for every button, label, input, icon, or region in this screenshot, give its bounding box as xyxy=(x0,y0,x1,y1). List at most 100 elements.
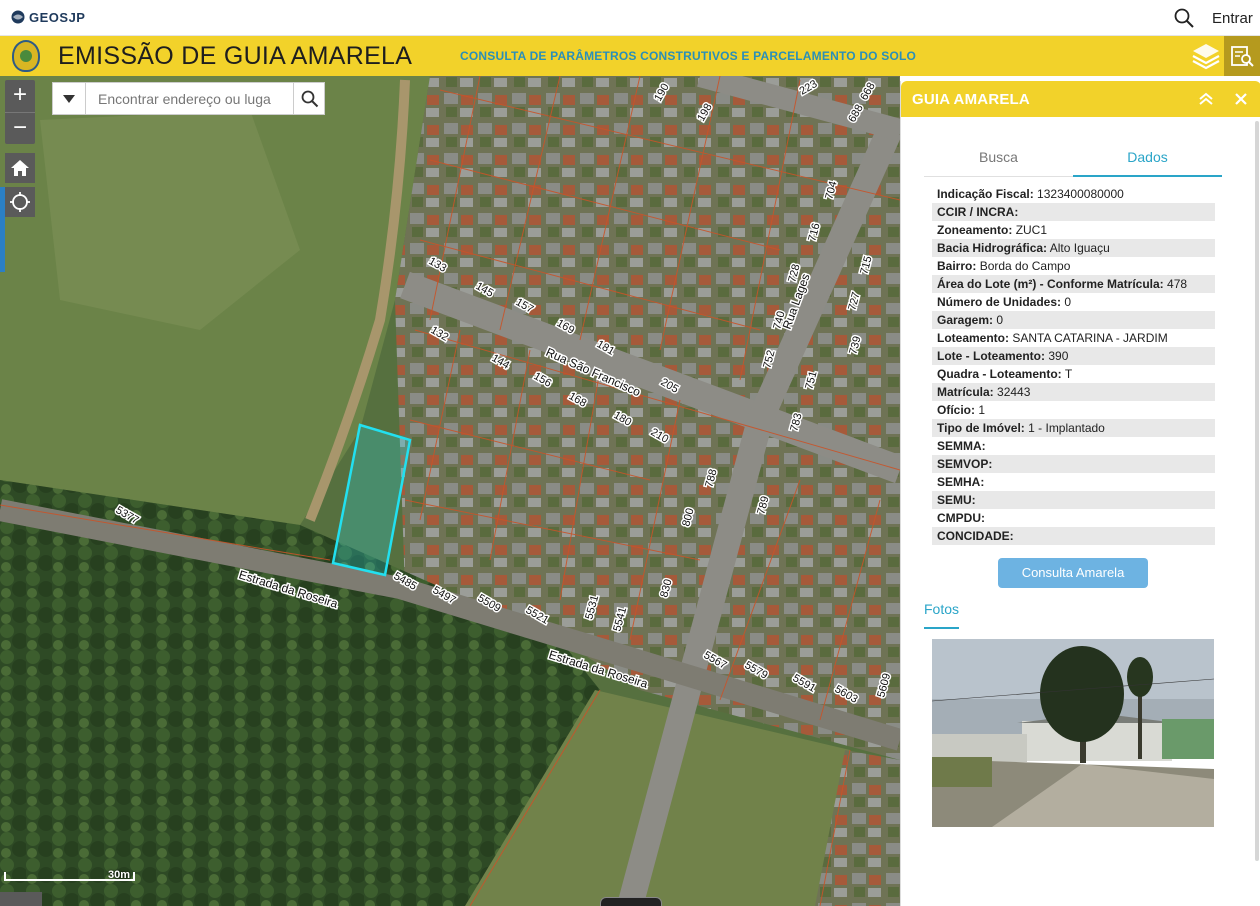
data-row-value: 478 xyxy=(1167,277,1188,291)
data-row: CMPDU: xyxy=(932,509,1215,527)
home-icon xyxy=(11,160,29,176)
data-row-value: Alto Iguaçu xyxy=(1049,241,1110,255)
data-row-label: SEMVOP: xyxy=(937,457,993,471)
data-row: Ofício: 1 xyxy=(932,401,1215,419)
data-row-label: Número de Unidades: xyxy=(937,295,1062,309)
bottom-panel-toggle[interactable] xyxy=(600,897,662,906)
login-link[interactable]: Entrar xyxy=(1212,10,1253,27)
collapse-icon[interactable] xyxy=(1197,90,1215,108)
data-row-label: Bacia Hidrográfica: xyxy=(937,241,1048,255)
data-row-label: CONCIDADE: xyxy=(937,529,1014,543)
data-row-label: CCIR / INCRA: xyxy=(937,205,1019,219)
close-icon[interactable] xyxy=(1232,90,1250,108)
zoom-in-button[interactable]: + xyxy=(5,80,35,112)
zoom-out-button[interactable]: − xyxy=(5,112,35,144)
data-row: CCIR / INCRA: xyxy=(932,203,1215,221)
guia-amarela-panel: GUIA AMARELA Busca Dados Indicação Fisca… xyxy=(900,81,1260,906)
data-row: SEMVOP: xyxy=(932,455,1215,473)
data-row-label: Zoneamento: xyxy=(937,223,1013,237)
property-data-table: Indicação Fiscal: 1323400080000 CCIR / IN… xyxy=(932,185,1215,545)
data-row-label: SEMHA: xyxy=(937,475,985,489)
fotos-tab-underline xyxy=(924,627,959,629)
data-row: Número de Unidades: 0 xyxy=(932,293,1215,311)
data-row-label: Ofício: xyxy=(937,403,975,417)
panel-tabs: Busca Dados xyxy=(924,141,1222,177)
data-row-value: 1323400080000 xyxy=(1037,187,1124,201)
caret-down-icon xyxy=(63,94,75,103)
app-banner: EMISSÃO DE GUIA AMARELA CONSULTA DE PARÂ… xyxy=(0,36,1260,76)
tab-fotos[interactable]: Fotos xyxy=(924,601,959,617)
street-view-photo xyxy=(932,639,1214,827)
data-row: Bacia Hidrográfica: Alto Iguaçu xyxy=(932,239,1215,257)
data-row-label: Tipo de Imóvel: xyxy=(937,421,1025,435)
data-row-label: CMPDU: xyxy=(937,511,985,525)
search-icon xyxy=(301,90,318,107)
data-row: Garagem: 0 xyxy=(932,311,1215,329)
data-row: Tipo de Imóvel: 1 - Implantado xyxy=(932,419,1215,437)
scale-label: 30m xyxy=(108,869,131,881)
address-search-button[interactable] xyxy=(293,83,325,114)
data-row: Área do Lote (m²) - Conforme Matrícula: … xyxy=(932,275,1215,293)
app-title: EMISSÃO DE GUIA AMARELA xyxy=(58,42,413,70)
guia-amarela-widget-button[interactable] xyxy=(1224,36,1260,76)
data-row-value: 0 xyxy=(1064,295,1072,309)
panel-title: GUIA AMARELA xyxy=(912,91,1030,108)
data-row-value: SANTA CATARINA - JARDIM xyxy=(1012,331,1168,345)
crosshair-locate-icon xyxy=(10,192,30,212)
data-row-label: SEMMA: xyxy=(937,439,986,453)
data-row: Bairro: Borda do Campo xyxy=(932,257,1215,275)
locate-button[interactable] xyxy=(5,187,35,217)
data-row-label: Loteamento: xyxy=(937,331,1009,345)
data-row-value: ZUC1 xyxy=(1015,223,1048,237)
data-row-label: Matrícula: xyxy=(937,385,994,399)
data-row: SEMHA: xyxy=(932,473,1215,491)
data-row: Quadra - Loteamento: T xyxy=(932,365,1215,383)
data-row: Loteamento: SANTA CATARINA - JARDIM xyxy=(932,329,1215,347)
address-search xyxy=(52,82,325,115)
search-source-dropdown[interactable] xyxy=(53,83,86,114)
search-icon[interactable] xyxy=(1174,8,1194,28)
data-row-value: Borda do Campo xyxy=(979,259,1071,273)
globe-logo-icon xyxy=(11,10,25,24)
data-row-label: Garagem: xyxy=(937,313,994,327)
data-row-value: 390 xyxy=(1048,349,1069,363)
panel-header: GUIA AMARELA xyxy=(901,81,1260,117)
data-row-label: Indicação Fiscal: xyxy=(937,187,1034,201)
data-row: Matrícula: 32443 xyxy=(932,383,1215,401)
app-subtitle: CONSULTA DE PARÂMETROS CONSTRUTIVOS E PA… xyxy=(460,49,917,63)
data-row-label: Bairro: xyxy=(937,259,977,273)
tab-dados[interactable]: Dados xyxy=(1073,141,1222,177)
data-row-label: Área do Lote (m²) - Conforme Matrícula: xyxy=(937,277,1164,291)
data-row-value: 1 - Implantado xyxy=(1028,421,1105,435)
data-row: Zoneamento: ZUC1 xyxy=(932,221,1215,239)
data-row-value: 1 xyxy=(978,403,986,417)
zoom-control: + − xyxy=(5,80,35,144)
aerial-map[interactable]: Rua São Francisco Estrada da Roseira Est… xyxy=(0,76,900,906)
home-button[interactable] xyxy=(5,153,35,183)
data-row-value: 0 xyxy=(996,313,1004,327)
map-view[interactable]: Rua São Francisco Estrada da Roseira Est… xyxy=(0,76,900,906)
map-bottom-controls[interactable] xyxy=(0,892,42,906)
data-row-value: 32443 xyxy=(997,385,1031,399)
data-row: Lote - Loteamento: 390 xyxy=(932,347,1215,365)
geosjp-logo[interactable]: GEOSJP xyxy=(10,9,85,25)
top-bar: GEOSJP Entrar xyxy=(0,0,1260,36)
consulta-amarela-button[interactable]: Consulta Amarela xyxy=(998,558,1148,588)
data-row-label: SEMU: xyxy=(937,493,976,507)
data-row-label: Quadra - Loteamento: xyxy=(937,367,1062,381)
data-row: CONCIDADE: xyxy=(932,527,1215,545)
panel-scrollbar[interactable] xyxy=(1255,121,1259,861)
active-tool-indicator xyxy=(0,187,5,272)
document-search-icon xyxy=(1231,46,1254,67)
logo-text: GEOSJP xyxy=(29,9,86,25)
tab-busca[interactable]: Busca xyxy=(924,141,1073,177)
property-photo[interactable] xyxy=(932,639,1214,827)
data-row: Indicação Fiscal: 1323400080000 xyxy=(932,185,1215,203)
city-crest-icon xyxy=(12,40,40,72)
data-row: SEMU: xyxy=(932,491,1215,509)
address-search-input[interactable] xyxy=(87,83,293,114)
data-row: SEMMA: xyxy=(932,437,1215,455)
layers-icon[interactable] xyxy=(1190,40,1222,72)
data-row-value: T xyxy=(1064,367,1073,381)
data-row-label: Lote - Loteamento: xyxy=(937,349,1045,363)
